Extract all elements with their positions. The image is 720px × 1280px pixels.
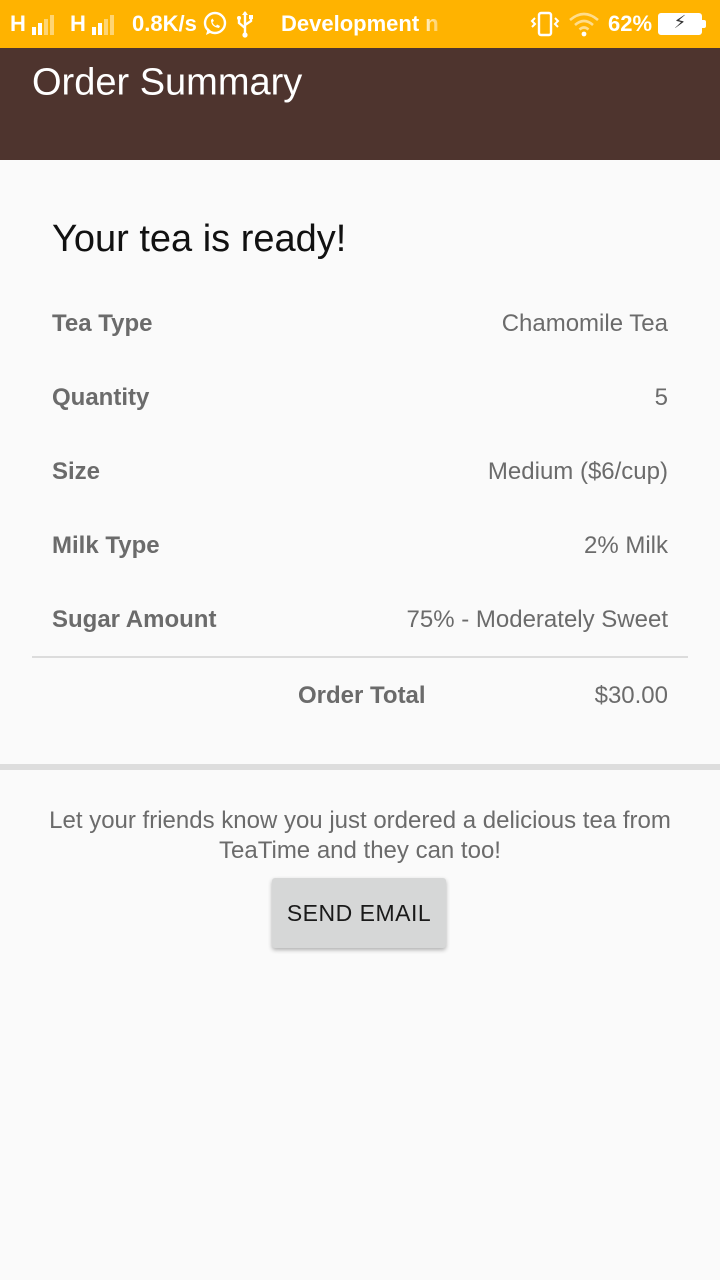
send-email-button[interactable]: SEND EMAIL <box>272 878 446 948</box>
notification-fade <box>418 10 452 40</box>
order-total-label: Order Total <box>298 682 426 709</box>
signal-strength-1: H <box>10 0 54 48</box>
section-divider <box>0 764 720 770</box>
wifi-icon <box>568 0 600 48</box>
summary-row-tea-type: Tea Type Chamomile Tea <box>52 304 668 344</box>
summary-row-milk-type: Milk Type 2% Milk <box>52 526 668 566</box>
row-label: Size <box>52 458 101 485</box>
row-value: Medium ($6/cup) <box>487 458 668 485</box>
battery-percent: 62% <box>608 11 653 36</box>
row-value: 75% - Moderately Sweet <box>406 606 668 633</box>
row-value: 5 <box>654 384 668 411</box>
order-total-value: $30.00 <box>594 682 668 709</box>
signal-bars-icon <box>31 13 54 35</box>
summary-row-sugar-amount: Sugar Amount 75% - Moderately Sweet <box>52 600 668 640</box>
battery-charging-icon: ⚡ <box>658 12 706 35</box>
network-type-1: H <box>10 11 26 36</box>
order-headline: Your tea is ready! <box>52 218 347 260</box>
row-label: Milk Type <box>52 532 160 559</box>
summary-row-quantity: Quantity 5 <box>52 378 668 418</box>
summary-divider <box>32 656 688 658</box>
whatsapp-icon <box>202 0 228 48</box>
row-label: Sugar Amount <box>52 606 217 633</box>
signal-bars-icon <box>91 13 114 35</box>
usb-icon <box>236 0 254 48</box>
row-value: 2% Milk <box>583 532 668 559</box>
share-message: Let your friends know you just ordered a… <box>49 807 671 864</box>
status-bar: H H 0.8K/s Development n 62% ⚡ <box>0 0 720 48</box>
page-title: Order Summary <box>32 61 303 104</box>
vibrate-icon <box>530 0 560 48</box>
summary-row-size: Size Medium ($6/cup) <box>52 452 668 492</box>
row-label: Tea Type <box>52 310 153 337</box>
row-value: Chamomile Tea <box>501 310 668 337</box>
network-type-2: H <box>70 11 86 36</box>
row-label: Quantity <box>52 384 150 411</box>
network-speed: 0.8K/s <box>132 11 197 36</box>
signal-strength-2: H <box>70 0 114 48</box>
